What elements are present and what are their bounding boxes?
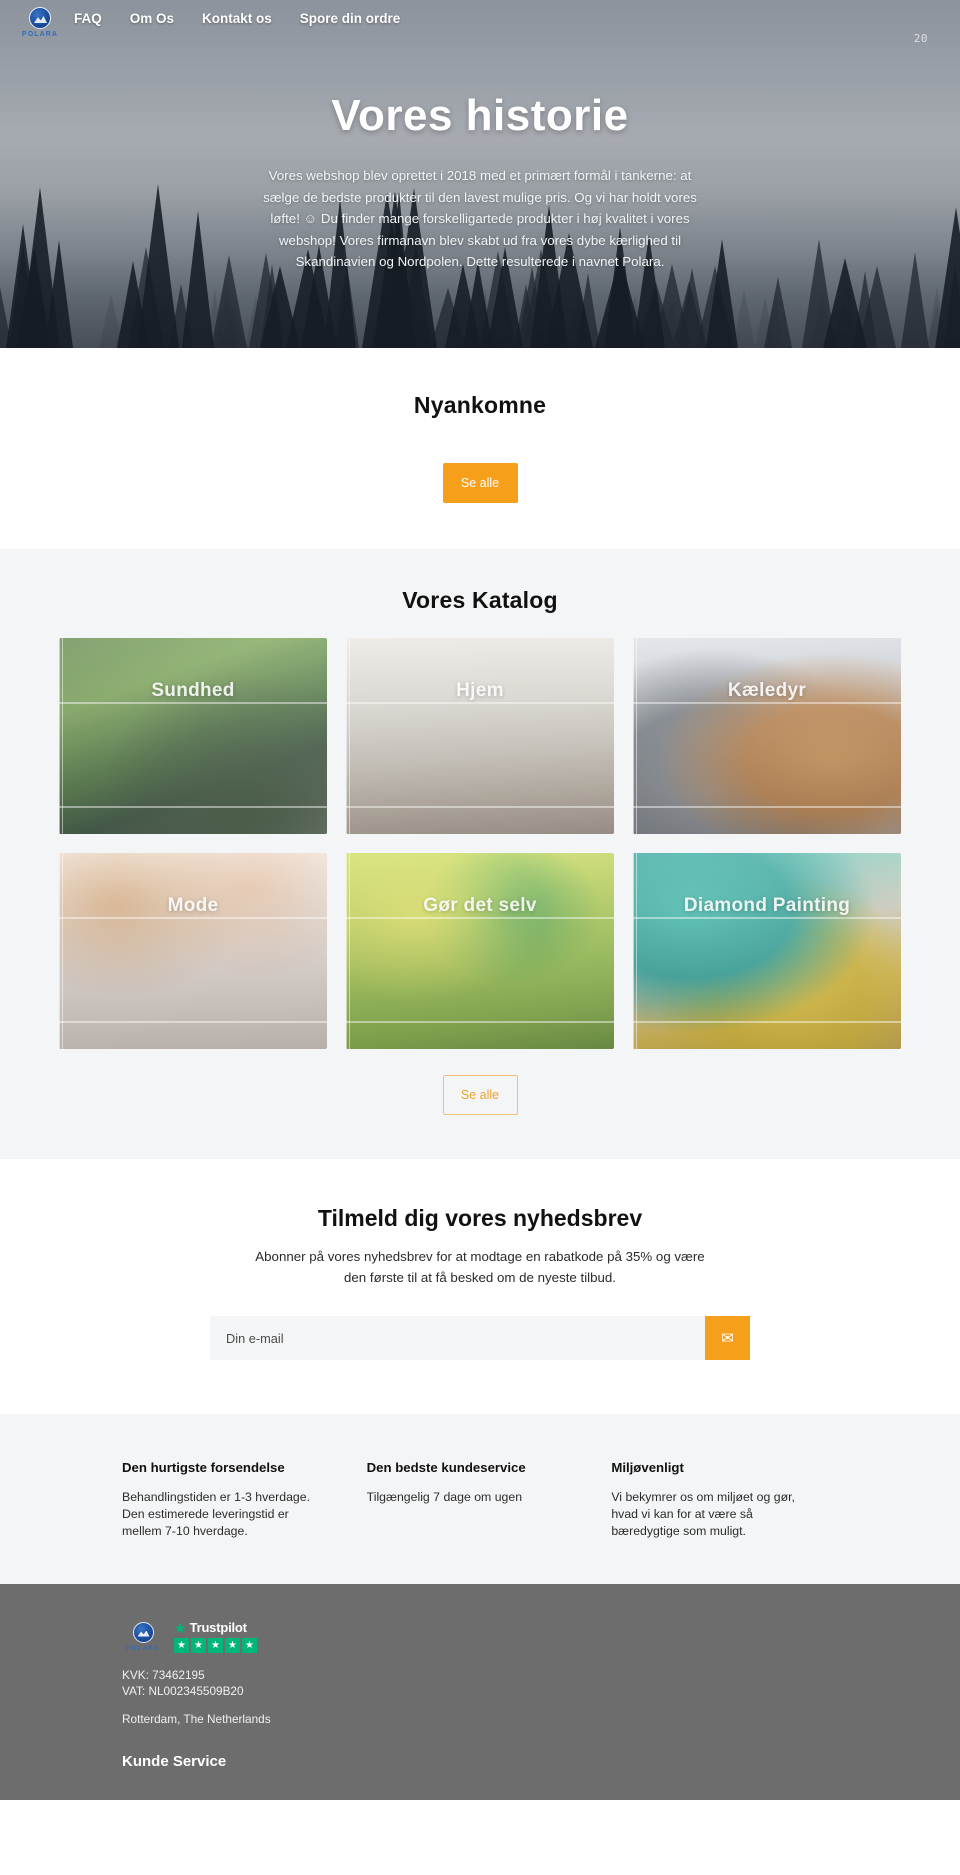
- new-arrivals-title: Nyankomne: [413, 392, 547, 418]
- brand-wordmark: POLARA: [21, 31, 59, 38]
- page-title: Vores historie: [331, 91, 629, 140]
- catalog-tile[interactable]: Gør det selv: [346, 853, 614, 1049]
- catalog-tile-label: Kæledyr: [727, 680, 807, 701]
- features-grid: Den hurtigste forsendelse Behandlingstide…: [122, 1460, 838, 1540]
- footer-kvk: KVK: 73462195: [122, 1668, 205, 1682]
- tree-silhouette: [763, 277, 792, 348]
- catalog-tile[interactable]: Mode: [59, 853, 327, 1049]
- catalog-tile-label: Gør det selv: [423, 895, 537, 916]
- nav-counter: 20: [913, 32, 928, 45]
- catalog-tile-scanlines: [346, 853, 614, 1049]
- new-arrivals-section: Nyankomne Se alle: [0, 348, 960, 549]
- feature-text: Behandlingstiden er 1-3 hverdage. Den es…: [122, 1490, 311, 1538]
- catalog-actions: Se alle: [0, 1049, 960, 1115]
- catalog-tile-scanlines: [59, 853, 327, 1049]
- footer-brand-wordmark: POLARA: [126, 1644, 160, 1652]
- footer-badges: POLARA ★ Trustpilot ★ ★ ★ ★ ★: [122, 1620, 838, 1653]
- feature-text: Tilgængelig 7 dage om ugen: [366, 1490, 523, 1504]
- features-section: Den hurtigste forsendelse Behandlingstide…: [0, 1414, 960, 1584]
- catalog-title: Vores Katalog: [402, 587, 558, 613]
- new-arrivals-actions: Se alle: [0, 419, 960, 503]
- new-arrivals-see-all-button[interactable]: Se alle: [442, 463, 518, 503]
- trustpilot-badge[interactable]: ★ Trustpilot ★ ★ ★ ★ ★: [174, 1620, 257, 1653]
- catalog-tile-label: Hjem: [456, 680, 504, 701]
- feature-text: Vi bekymrer os om miljøet og gør, hvad v…: [611, 1490, 795, 1538]
- catalog-tile-scanlines: [633, 853, 901, 1049]
- catalog-tile-label: Sundhed: [151, 680, 235, 701]
- trustpilot-star-icon: ★: [191, 1638, 206, 1653]
- catalog-tile-label: Mode: [167, 895, 219, 916]
- newsletter-title: Tilmeld dig vores nyhedsbrev: [317, 1205, 643, 1231]
- trustpilot-star-icon: ★: [174, 1619, 187, 1636]
- top-navigation-bar: POLARA FAQ Om Os Kontakt os Spore din or…: [0, 0, 960, 46]
- nav-item-spore-din-ordre[interactable]: Spore din ordre: [300, 11, 417, 26]
- feature-heading: Miljøvenligt: [611, 1460, 684, 1475]
- site-logo[interactable]: POLARA: [18, 6, 62, 38]
- footer-customer-service-heading: Kunde Service: [122, 1753, 227, 1770]
- feature-column: Miljøvenligt Vi bekymrer os om miljøet og…: [611, 1460, 838, 1540]
- catalog-grid: Sundhed Hjem Kæledyr Mode Gør det selv Diamon…: [59, 638, 901, 1049]
- newsletter-form: ✉: [210, 1316, 750, 1360]
- nav-links: FAQ Om Os Kontakt os Spore din ordre: [74, 6, 416, 26]
- catalog-tile-scanlines: [59, 638, 327, 834]
- catalog-section: Vores Katalog Sundhed Hjem Kæledyr Mode Gør …: [0, 549, 960, 1159]
- feature-heading: Den hurtigste forsendelse: [122, 1460, 285, 1475]
- trustpilot-star-icon: ★: [174, 1638, 189, 1653]
- trustpilot-star-icon: ★: [225, 1638, 240, 1653]
- catalog-tile[interactable]: Diamond Painting: [633, 853, 901, 1049]
- nav-item-faq[interactable]: FAQ: [74, 11, 118, 26]
- feature-column: Den bedste kundeservice Tilgængelig 7 dag…: [367, 1460, 594, 1540]
- trustpilot-label: Trustpilot: [189, 1620, 247, 1635]
- site-footer: POLARA ★ Trustpilot ★ ★ ★ ★ ★ KVK: 73462195 …: [0, 1584, 960, 1800]
- tree-silhouette: [117, 261, 149, 348]
- hero-description: Vores webshop blev oprettet i 2018 med e…: [263, 168, 697, 269]
- catalog-tile-label: Diamond Painting: [683, 895, 851, 916]
- feature-heading: Den bedste kundeservice: [366, 1460, 526, 1475]
- hero-section: POLARA FAQ Om Os Kontakt os Spore din or…: [0, 0, 960, 348]
- catalog-tile-scanlines: [346, 638, 614, 834]
- catalog-tile[interactable]: Hjem: [346, 638, 614, 834]
- catalog-tile[interactable]: Kæledyr: [633, 638, 901, 834]
- footer-vat: VAT: NL002345509B20: [122, 1684, 244, 1698]
- footer-logo[interactable]: POLARA: [122, 1621, 164, 1652]
- feature-column: Den hurtigste forsendelse Behandlingstide…: [122, 1460, 349, 1540]
- nav-item-om-os[interactable]: Om Os: [130, 11, 190, 26]
- catalog-see-all-button[interactable]: Se alle: [442, 1075, 518, 1115]
- trustpilot-rating-stars: ★ ★ ★ ★ ★: [174, 1638, 257, 1653]
- footer-address: Rotterdam, The Netherlands: [122, 1712, 271, 1726]
- newsletter-subtitle: Abonner på vores nyhedsbrev for at modta…: [255, 1249, 705, 1285]
- envelope-icon: ✉: [721, 1330, 734, 1347]
- nav-item-kontakt-os[interactable]: Kontakt os: [202, 11, 288, 26]
- catalog-tile[interactable]: Sundhed: [59, 638, 327, 834]
- trustpilot-star-icon: ★: [208, 1638, 223, 1653]
- polara-compass-logo-icon: [132, 1621, 154, 1643]
- newsletter-section: Tilmeld dig vores nyhedsbrev Abonner på …: [0, 1159, 960, 1414]
- newsletter-submit-button[interactable]: ✉: [705, 1316, 750, 1360]
- catalog-tile-scanlines: [633, 638, 901, 834]
- newsletter-email-input[interactable]: [210, 1316, 705, 1360]
- polara-compass-logo-icon: [29, 7, 51, 29]
- trustpilot-star-icon: ★: [242, 1638, 257, 1653]
- tree-silhouette: [259, 266, 300, 348]
